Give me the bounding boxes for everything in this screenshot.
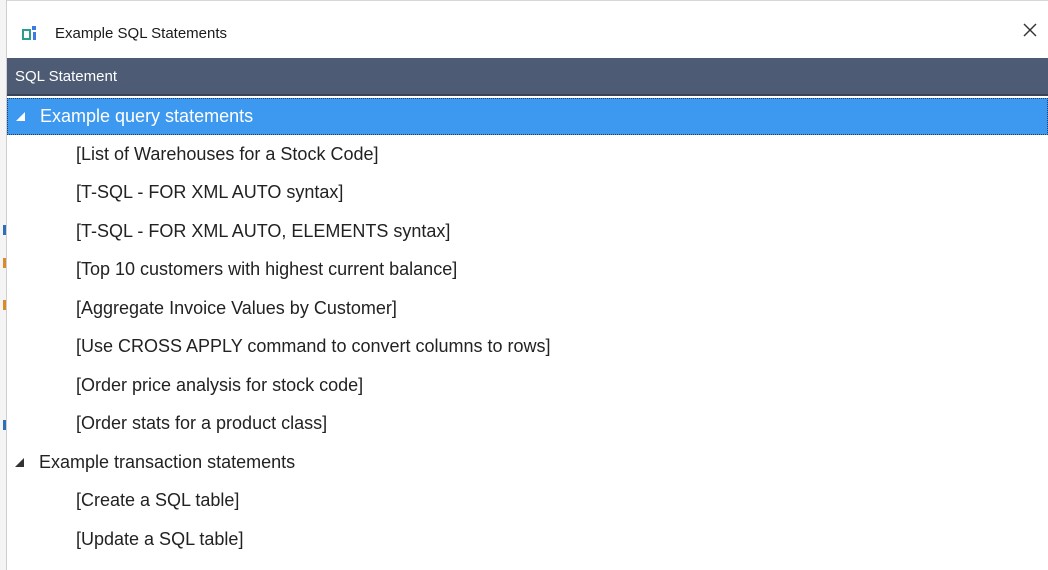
tree-item[interactable]: [Order price analysis for stock code]	[7, 368, 1048, 405]
tree-item-label: [Top 10 customers with highest current b…	[76, 259, 458, 279]
tree-item[interactable]: [Use CROSS APPLY command to convert colu…	[7, 329, 1048, 366]
background-window-edge	[0, 0, 7, 570]
tree-item[interactable]: [T-SQL - FOR XML AUTO syntax]	[7, 175, 1048, 212]
edge-marker	[3, 258, 6, 268]
tree-item[interactable]: [Order stats for a product class]	[7, 406, 1048, 443]
collapse-arrow-icon[interactable]	[15, 458, 24, 467]
edge-marker	[3, 300, 6, 310]
tree-group-example-transaction-statements[interactable]: Example transaction statements	[7, 445, 1048, 482]
tree-item-label: [T-SQL - FOR XML AUTO syntax]	[76, 182, 344, 202]
column-header-label: SQL Statement	[15, 68, 117, 85]
tree-group-label: Example transaction statements	[39, 452, 296, 472]
tree-item-label: [Update a SQL table]	[76, 529, 244, 549]
tree-item-label: [Order stats for a product class]	[76, 413, 328, 433]
tree-item-label: [Use CROSS APPLY command to convert colu…	[76, 336, 551, 356]
app-icon	[21, 25, 37, 41]
column-header-sql-statement[interactable]: SQL Statement	[7, 58, 1048, 96]
sql-statement-tree: Example query statements [List of Wareho…	[7, 98, 1048, 570]
tree-item[interactable]: [List of Warehouses for a Stock Code]	[7, 137, 1048, 174]
tree-group-label: Example query statements	[40, 106, 254, 126]
close-button[interactable]	[1016, 18, 1044, 46]
tree-item-label: [Order price analysis for stock code]	[76, 375, 364, 395]
tree-item-label: [Create a SQL table]	[76, 490, 240, 510]
tree-item-label: [Aggregate Invoice Values by Customer]	[76, 298, 397, 318]
collapse-arrow-icon[interactable]	[16, 112, 25, 121]
tree-item[interactable]: [Aggregate Invoice Values by Customer]	[7, 291, 1048, 328]
tree-item-label: [List of Warehouses for a Stock Code]	[76, 144, 379, 164]
tree-item[interactable]: [T-SQL - FOR XML AUTO, ELEMENTS syntax]	[7, 214, 1048, 251]
edge-marker	[3, 420, 6, 430]
edge-marker	[3, 225, 6, 235]
tree-group-example-query-statements[interactable]: Example query statements	[7, 98, 1048, 135]
close-icon	[1021, 21, 1039, 44]
window-title: Example SQL Statements	[55, 25, 228, 42]
tree-item[interactable]: [Top 10 customers with highest current b…	[7, 252, 1048, 289]
title-bar[interactable]: Example SQL Statements	[7, 0, 1048, 58]
tree-item-label: [T-SQL - FOR XML AUTO, ELEMENTS syntax]	[76, 221, 451, 241]
tree-item[interactable]: [Create a SQL table]	[7, 483, 1048, 520]
example-sql-statements-window: Example SQL Statements SQL Statement Exa…	[0, 0, 1048, 570]
tree-item[interactable]: [Update a SQL table]	[7, 522, 1048, 559]
